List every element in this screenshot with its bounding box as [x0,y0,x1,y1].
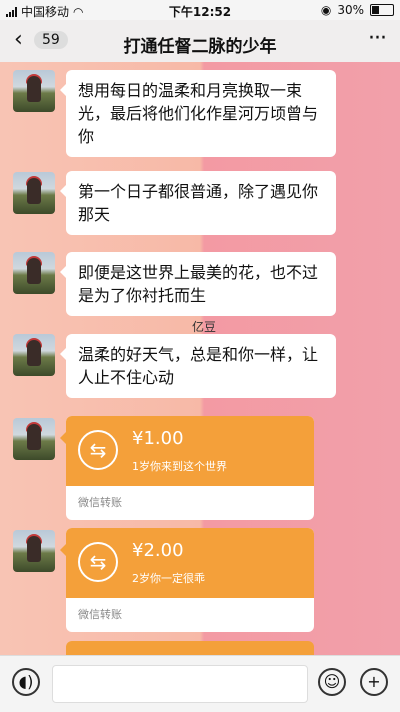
voice-icon[interactable]: ◖) [12,668,40,696]
battery-icon [370,4,394,16]
battery-percent: 30% [337,3,364,17]
message-input[interactable] [52,665,308,703]
avatar[interactable] [13,252,55,294]
transfer-amount: ¥2.00 [132,540,184,561]
avatar[interactable] [13,70,55,112]
message-bubble[interactable]: 即便是这世界上最美的花，也不过是为了你衬托而生 [60,252,336,316]
transfer-card[interactable]: ⇆ ¥2.00 2岁你一定很乖 微信转账 [66,528,314,632]
transfer-amount: ¥1.00 [132,428,184,449]
transfer-card-top: ⇆ ¥1.00 1岁你来到这个世界 [66,416,314,486]
status-right: ◉ 30% [321,3,394,17]
message-bubble[interactable]: 温柔的好天气，总是和你一样，让人止不住心动 [60,334,336,398]
orientation-lock-icon: ◉ [320,3,332,17]
transfer-label: 微信转账 [78,496,122,509]
transfer-memo: 1岁你来到这个世界 [132,460,227,473]
more-options-icon[interactable]: ··· [368,26,387,51]
status-bar: 中国移动 ◠ 下午12:52 ◉ 30% [0,0,400,20]
input-bar: ◖) ☺ + [0,655,400,712]
avatar[interactable] [13,418,55,460]
transfer-memo: 2岁你一定很乖 [132,572,205,585]
plus-icon[interactable]: + [360,668,388,696]
message-bubble[interactable]: 想用每日的温柔和月亮换取一束光，最后将他们化作星河万顷曾与你 [60,70,336,157]
transfer-icon: ⇆ [78,430,118,470]
avatar[interactable] [13,172,55,214]
transfer-icon: ⇆ [78,542,118,582]
transfer-card-top: ⇆ ¥2.00 2岁你一定很乖 [66,528,314,598]
watermark: 亿豆 [192,320,217,334]
transfer-card-partial[interactable] [66,641,314,655]
transfer-label: 微信转账 [78,608,122,621]
emoji-icon[interactable]: ☺ [318,668,346,696]
transfer-card[interactable]: ⇆ ¥1.00 1岁你来到这个世界 微信转账 [66,416,314,520]
chat-title: 打通任督二脉的少年 [123,37,277,57]
avatar[interactable] [13,530,55,572]
avatar[interactable] [13,334,55,376]
message-bubble[interactable]: 第一个日子都很普通，除了遇见你那天 [60,171,336,235]
chat-header: ‹ 59 打通任督二脉的少年 ··· [0,20,400,63]
